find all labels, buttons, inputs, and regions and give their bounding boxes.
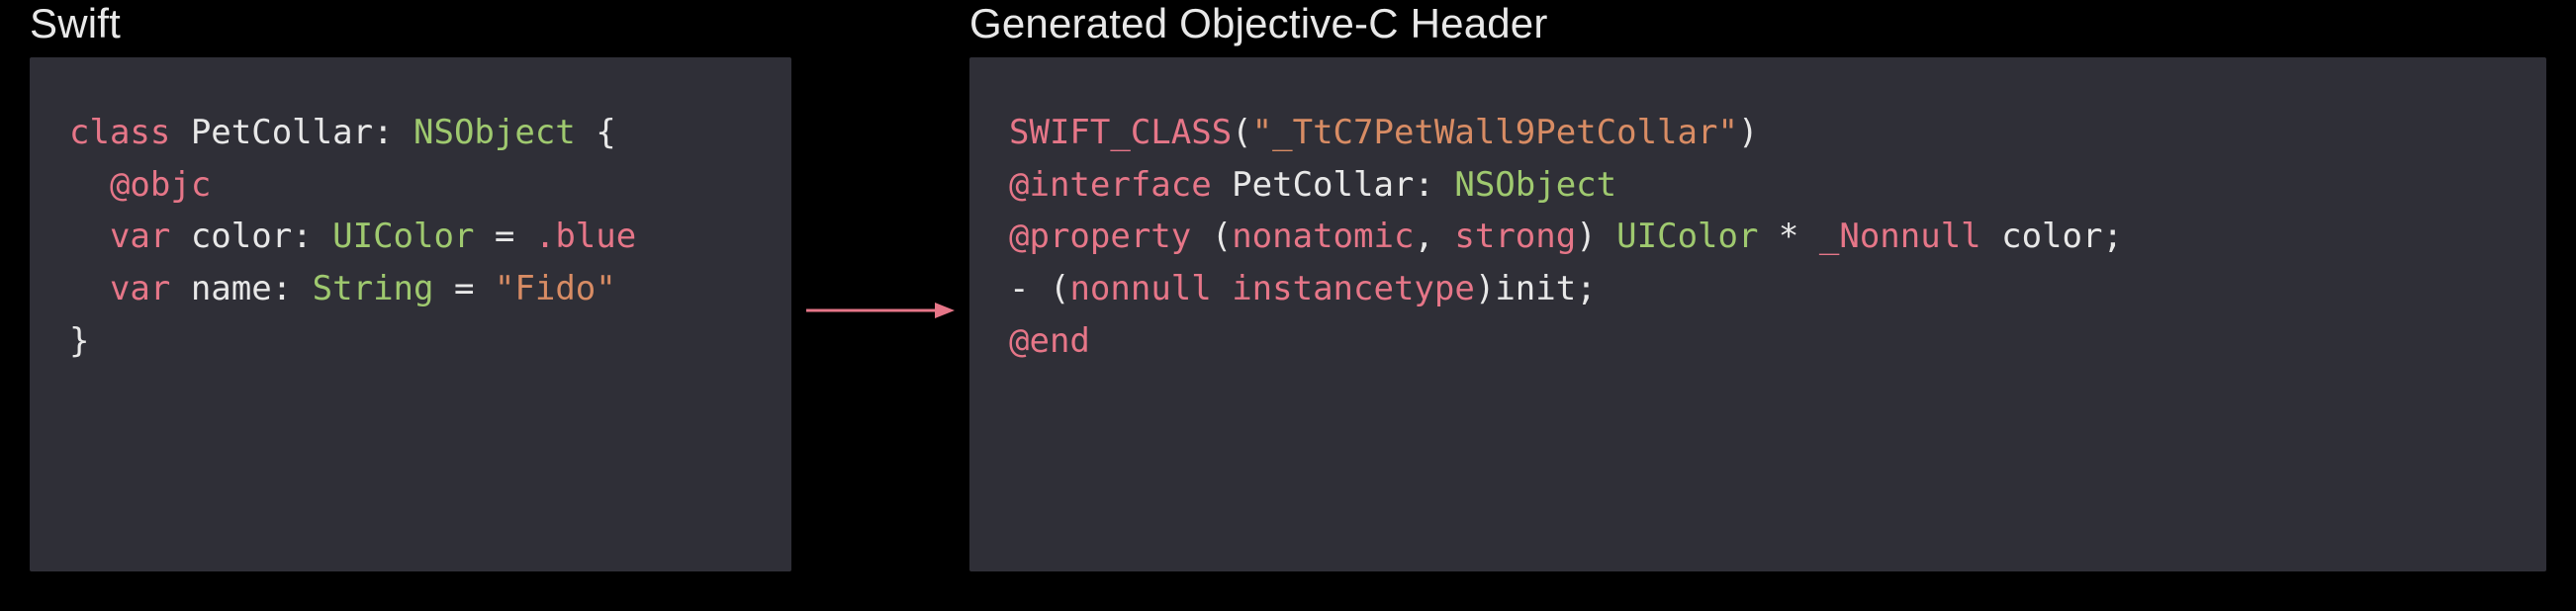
- equals: =: [474, 217, 534, 256]
- colon: :: [292, 217, 332, 256]
- ident-name: name: [191, 269, 272, 308]
- code-line: - (nonnull instancetype)init;: [1009, 269, 1597, 308]
- semicolon: ;: [1576, 269, 1596, 308]
- code-line: @property (nonatomic, strong) UIColor * …: [1009, 217, 2123, 256]
- kw-end: @end: [1009, 321, 1090, 361]
- attr-objc: @objc: [69, 165, 211, 205]
- ident-petcollar: PetCollar: [1232, 165, 1414, 205]
- arrow-right-icon: [806, 296, 955, 325]
- colon: :: [1414, 165, 1454, 205]
- attr-strong: strong: [1454, 217, 1576, 256]
- code-line: @objc: [69, 165, 211, 205]
- val-blue: .blue: [535, 217, 636, 256]
- kw-instancetype: instancetype: [1232, 269, 1475, 308]
- objc-panel: Generated Objective-C Header SWIFT_CLASS…: [969, 0, 2546, 571]
- ident-color: color: [2001, 217, 2102, 256]
- code-line: var color: UIColor = .blue: [69, 217, 636, 256]
- paren-open: (: [1212, 217, 1232, 256]
- objc-code-box: SWIFT_CLASS("_TtC7PetWall9PetCollar") @i…: [969, 57, 2546, 571]
- colon: :: [272, 269, 313, 308]
- type-nsobject: NSObject: [1454, 165, 1616, 205]
- equals: =: [434, 269, 495, 308]
- code-line: }: [69, 321, 89, 361]
- code-line: class PetCollar: NSObject {: [69, 113, 616, 152]
- brace-open: {: [576, 113, 616, 152]
- brace-close: }: [69, 321, 89, 361]
- type-nsobject: NSObject: [414, 113, 576, 152]
- ident-init: init: [1495, 269, 1576, 308]
- code-line: SWIFT_CLASS("_TtC7PetWall9PetCollar"): [1009, 113, 1758, 152]
- ident-petcollar: PetCollar: [191, 113, 373, 152]
- swift-title: Swift: [30, 0, 791, 47]
- ident-color: color: [191, 217, 292, 256]
- star: *: [1758, 217, 1818, 256]
- type-string: String: [313, 269, 434, 308]
- kw-property: @property: [1009, 217, 1212, 256]
- type-uicolor: UIColor: [1616, 217, 1758, 256]
- kw-var: var: [69, 217, 191, 256]
- attr-nonnull: nonnull: [1069, 269, 1232, 308]
- semicolon: ;: [2102, 217, 2122, 256]
- kw-class: class: [69, 113, 191, 152]
- paren-close: ): [1475, 269, 1495, 308]
- type-uicolor: UIColor: [332, 217, 474, 256]
- arrow-container: [791, 0, 969, 571]
- code-line: @interface PetCollar: NSObject: [1009, 165, 1616, 205]
- str-fido: "Fido": [495, 269, 616, 308]
- attr-nonatomic: nonatomic: [1232, 217, 1414, 256]
- paren-open: (: [1050, 269, 1069, 308]
- dash: -: [1009, 269, 1050, 308]
- macro-swiftclass: SWIFT_CLASS: [1009, 113, 1232, 152]
- swift-panel: Swift class PetCollar: NSObject { @objc …: [30, 0, 791, 571]
- colon: :: [373, 113, 414, 152]
- paren-close: ): [1576, 217, 1616, 256]
- comparison-container: Swift class PetCollar: NSObject { @objc …: [0, 0, 2576, 611]
- paren-open: (: [1232, 113, 1251, 152]
- code-line: var name: String = "Fido": [69, 269, 616, 308]
- comma: ,: [1414, 217, 1454, 256]
- code-line: @end: [1009, 321, 1090, 361]
- paren-close: ): [1738, 113, 1758, 152]
- str-mangled: "_TtC7PetWall9PetCollar": [1252, 113, 1738, 152]
- swift-code-box: class PetCollar: NSObject { @objc var co…: [30, 57, 791, 571]
- kw-var: var: [69, 269, 191, 308]
- attr-nonnull: _Nonnull: [1819, 217, 2001, 256]
- objc-title: Generated Objective-C Header: [969, 0, 2546, 47]
- kw-interface: @interface: [1009, 165, 1232, 205]
